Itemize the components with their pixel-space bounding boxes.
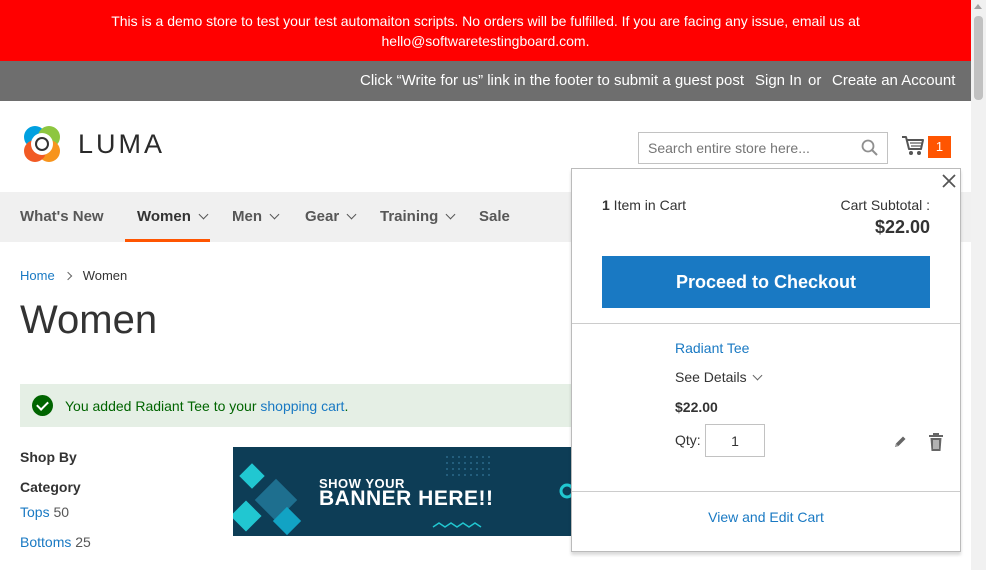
chevron-down-icon <box>346 209 357 220</box>
nav-active-indicator <box>125 239 210 242</box>
category-filter-item[interactable]: Bottoms 25 <box>20 534 91 550</box>
message-suffix: . <box>344 398 349 414</box>
checkmark-icon <box>32 395 53 416</box>
header-panel: Click “Write for us” link in the footer … <box>0 61 971 101</box>
cart-items-count-text: Item in Cart <box>609 197 687 213</box>
cart-count-badge[interactable]: 1 <box>928 136 951 158</box>
divider <box>572 491 960 492</box>
close-icon[interactable] <box>941 173 957 189</box>
view-edit-cart-link[interactable]: View and Edit Cart <box>572 509 960 525</box>
scroll-up-arrow-icon[interactable] <box>974 4 982 9</box>
cart-items-count-number: 1 <box>602 197 610 213</box>
or-text: or <box>808 72 822 89</box>
success-message: You added Radiant Tee to your shopping c… <box>20 384 600 427</box>
category-filter-link[interactable]: Bottoms <box>20 534 71 550</box>
promo-banner[interactable]: SHOW YOUR BANNER HERE!! <box>233 447 583 536</box>
nav-item-label: Training <box>380 208 439 225</box>
nav-item-label: Sale <box>479 208 510 225</box>
vertical-scrollbar[interactable] <box>971 0 986 570</box>
cart-subtotal-value: $22.00 <box>874 217 930 237</box>
shopping-cart-link[interactable]: shopping cart <box>260 398 344 414</box>
category-filter-item[interactable]: Tops 50 <box>20 504 69 520</box>
nav-item-training[interactable]: Training <box>380 208 456 225</box>
nav-item-women[interactable]: Women <box>137 208 209 225</box>
qty-label: Qty: <box>675 432 701 448</box>
create-account-link[interactable]: Create an Account <box>832 72 955 89</box>
demo-notice-line2: hello@softwaretestingboard.com. <box>381 33 590 49</box>
cart-subtotal-label: Cart Subtotal : <box>840 197 931 213</box>
cart-item-name-link[interactable]: Radiant Tee <box>675 340 749 356</box>
category-count: 25 <box>75 534 91 550</box>
breadcrumb-home-link[interactable]: Home <box>20 268 55 283</box>
message-prefix: You added Radiant Tee to your <box>65 398 261 414</box>
breadcrumb: Home Women <box>20 268 127 283</box>
edit-pencil-icon[interactable] <box>892 434 908 450</box>
chevron-right-icon <box>63 271 72 281</box>
divider <box>572 323 960 324</box>
shop-by-heading: Shop By <box>20 449 77 465</box>
nav-item-men[interactable]: Men <box>232 208 280 225</box>
nav-item-sale[interactable]: Sale <box>479 208 510 225</box>
breadcrumb-current: Women <box>82 268 128 283</box>
chevron-down-icon <box>752 370 763 381</box>
luma-logo-icon <box>24 126 60 162</box>
nav-item-label: Gear <box>305 208 340 225</box>
chevron-down-icon <box>198 209 209 220</box>
proceed-to-checkout-button[interactable]: Proceed to Checkout <box>602 256 930 308</box>
nav-item-whats-new[interactable]: What's New <box>20 208 104 225</box>
nav-item-label: Men <box>232 208 262 225</box>
logo-text: LUMA <box>78 128 166 159</box>
banner-line2: BANNER HERE!! <box>319 487 494 510</box>
chevron-down-icon <box>445 209 456 220</box>
search-input[interactable] <box>638 132 888 164</box>
see-details-label: See Details <box>675 369 747 385</box>
write-for-us-text: Click “Write for us” link in the footer … <box>360 72 745 89</box>
nav-item-label: Women <box>137 208 191 225</box>
cart-item-price: $22.00 <box>675 399 718 415</box>
qty-input[interactable] <box>705 424 765 457</box>
sign-in-link[interactable]: Sign In <box>755 72 802 89</box>
trash-icon[interactable] <box>928 433 944 452</box>
demo-notice-line1: This is a demo store to test your test a… <box>111 13 860 29</box>
demo-store-notice: This is a demo store to test your test a… <box>0 0 971 61</box>
cart-items-count: 1 Item in Cart <box>602 197 686 213</box>
nav-item-label: What's New <box>20 208 104 225</box>
scroll-thumb[interactable] <box>974 16 983 100</box>
category-count: 50 <box>53 504 70 520</box>
category-filter-link[interactable]: Tops <box>20 504 50 520</box>
page-title: Women <box>20 298 158 342</box>
search-icon[interactable] <box>861 139 879 157</box>
see-details-toggle[interactable]: See Details <box>675 369 763 385</box>
chevron-down-icon <box>269 209 280 220</box>
luma-logo[interactable]: LUMA <box>20 122 165 166</box>
nav-item-gear[interactable]: Gear <box>305 208 357 225</box>
success-message-text: You added Radiant Tee to your shopping c… <box>65 398 348 414</box>
category-filter-title[interactable]: Category <box>20 479 81 495</box>
shopping-cart-icon[interactable] <box>901 135 925 157</box>
minicart-dropdown: 1 Item in Cart Cart Subtotal : $22.00 Pr… <box>571 168 961 552</box>
